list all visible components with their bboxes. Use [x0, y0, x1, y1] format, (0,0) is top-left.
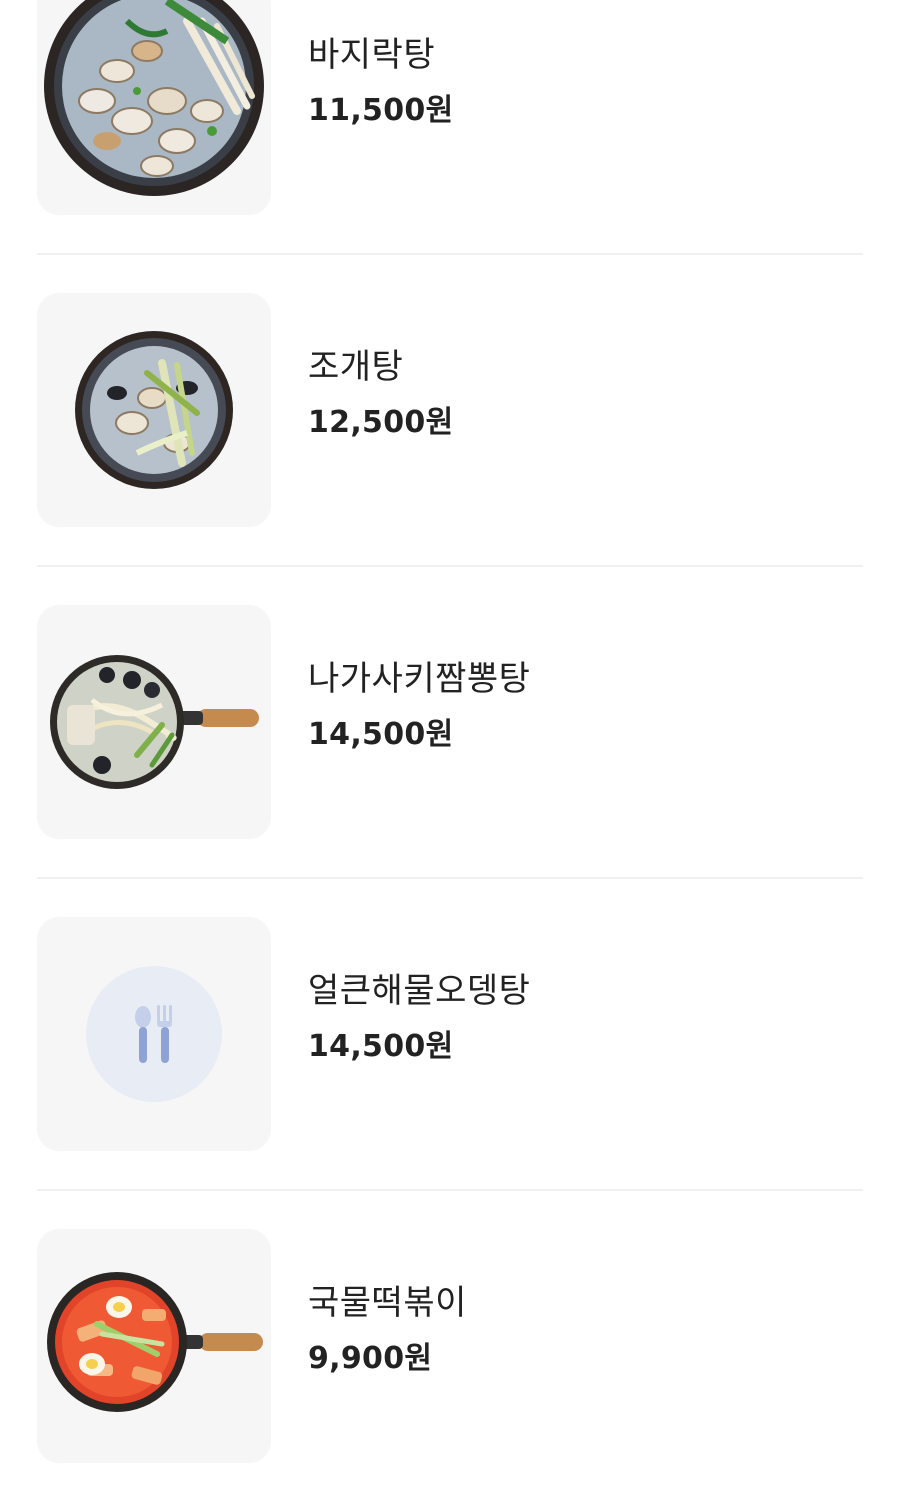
menu-item-thumbnail	[37, 1229, 271, 1463]
menu-item[interactable]: 얼큰해물오뎅탕 14,500원	[37, 917, 863, 1151]
menu-item-price: 12,500원	[308, 405, 454, 440]
menu-item-name: 얼큰해물오뎅탕	[308, 971, 531, 1011]
menu-item-info: 얼큰해물오뎅탕 14,500원	[308, 969, 530, 1067]
menu-item-price: 9,900원	[308, 1341, 433, 1376]
divider	[37, 565, 863, 567]
divider	[37, 253, 863, 255]
menu-item-thumbnail	[37, 917, 271, 1151]
divider	[37, 1189, 863, 1191]
menu-item-name: 나가사키짬뽕탕	[308, 659, 531, 699]
clam-soup-photo	[44, 0, 264, 196]
menu-item-price: 11,500원	[308, 93, 454, 128]
menu-item-info: 나가사키짬뽕탕 14,500원	[308, 657, 530, 755]
menu-item-name: 조개탕	[308, 347, 404, 387]
menu-item-name: 국물떡볶이	[308, 1283, 467, 1323]
shellfish-soup-photo	[75, 331, 233, 489]
nagasaki-jjamppong-photo	[50, 655, 259, 789]
menu-item-thumbnail	[37, 605, 271, 839]
menu-item-price: 14,500원	[308, 717, 454, 752]
tteokbokki-photo	[47, 1272, 263, 1412]
menu-item[interactable]: 조개탕 12,500원	[37, 293, 863, 527]
menu-item[interactable]: 나가사키짬뽕탕 14,500원	[37, 605, 863, 839]
menu-item[interactable]: 바지락탕 11,500원	[37, 0, 863, 215]
menu-item-name: 바지락탕	[308, 35, 436, 75]
menu-item[interactable]: 국물떡볶이 9,900원	[37, 1229, 863, 1463]
menu-item-price: 14,500원	[308, 1029, 454, 1064]
menu-item-thumbnail	[37, 293, 271, 527]
divider	[37, 877, 863, 879]
menu-item-thumbnail	[37, 0, 271, 215]
menu-item-info: 조개탕 12,500원	[308, 345, 453, 443]
menu-item-info: 바지락탕 11,500원	[308, 33, 453, 131]
menu-item-info: 국물떡볶이 9,900원	[308, 1281, 467, 1379]
utensils-placeholder-icon	[86, 966, 222, 1102]
